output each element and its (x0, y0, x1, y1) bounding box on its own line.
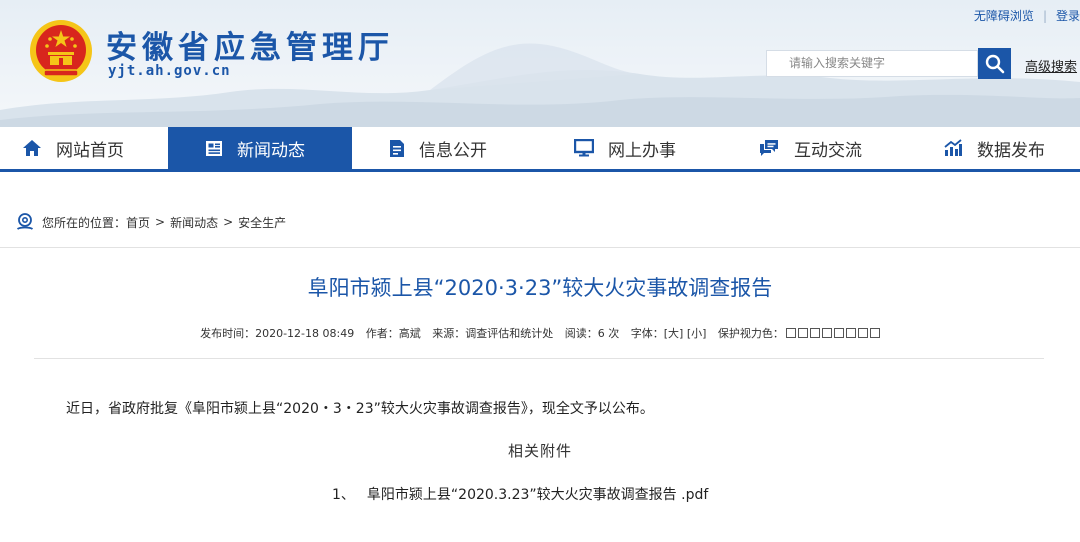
article-meta: 发布时间：2020-12-18 08:49 作者：高斌 来源：调查评估和统计处 … (0, 325, 1080, 341)
chart-icon (944, 139, 962, 156)
color-swatch[interactable] (845, 328, 856, 338)
attachment-link[interactable]: 阜阳市颍上县“2020.3.23”较大火灾事故调查报告 .pdf (367, 487, 708, 503)
site-domain: yjt.ah.gov.cn (108, 63, 231, 79)
eye-protection-label: 保护视力色： (717, 327, 784, 340)
top-links-separator: | (1042, 9, 1047, 23)
font-large-button[interactable]: [大] (664, 327, 684, 340)
nav-item-label: 新闻动态 (237, 140, 305, 161)
nav-item-home[interactable]: 网站首页 (22, 127, 124, 169)
nav-item-data-release[interactable]: 数据发布 (943, 127, 1045, 169)
breadcrumb-safety[interactable]: 安全生产 (238, 214, 286, 231)
article-body: 近日，省政府批复《阜阳市颍上县“2020・3・23”较大火灾事故调查报告》，现全… (66, 401, 654, 417)
color-swatch[interactable] (785, 328, 796, 338)
attachment-item: 1、 阜阳市颍上县“2020.3.23”较大火灾事故调查报告 .pdf (332, 484, 708, 504)
nav-item-label: 网上办事 (608, 140, 676, 161)
font-size-label: 字体： (630, 327, 664, 340)
monitor-icon (574, 139, 594, 157)
publish-time: 发布时间：2020-12-18 08:49 (200, 327, 355, 340)
breadcrumb: 您所在的位置： 首页 > 新闻动态 > 安全生产 (16, 212, 286, 232)
chat-icon (760, 140, 778, 156)
breadcrumb-news[interactable]: 新闻动态 (170, 214, 218, 231)
attachments-heading: 相关附件 (507, 442, 572, 460)
color-swatch[interactable] (797, 328, 808, 338)
nav-item-news[interactable]: 新闻动态 (168, 127, 352, 169)
top-links: 无障碍浏览 | 登录 (974, 7, 1080, 24)
search-input[interactable]: 请输入搜索关键字 (766, 50, 978, 77)
nav-item-label: 数据发布 (977, 140, 1045, 161)
accessibility-link[interactable]: 无障碍浏览 (974, 9, 1034, 23)
login-link[interactable]: 登录 (1056, 9, 1080, 23)
color-swatch[interactable] (809, 328, 820, 338)
divider (34, 358, 1044, 359)
attachment-number: 1、 (332, 487, 355, 503)
main-nav: 网站首页 新闻动态 信息公开 网上办事 互动交流 数据发布 (0, 127, 1080, 172)
color-swatch[interactable] (869, 328, 880, 338)
search-icon (985, 54, 1004, 73)
national-emblem-icon (30, 20, 92, 82)
breadcrumb-home[interactable]: 首页 (126, 214, 150, 231)
source: 来源：调查评估和统计处 (432, 327, 554, 340)
nav-item-online-services[interactable]: 网上办事 (574, 127, 676, 169)
location-pin-icon (16, 213, 34, 230)
news-icon (206, 140, 222, 156)
nav-item-info-disclosure[interactable]: 信息公开 (389, 127, 487, 169)
nav-item-label: 网站首页 (56, 140, 124, 161)
read-count: 阅读：6 次 (564, 327, 620, 340)
color-swatch[interactable] (833, 328, 844, 338)
nav-item-interaction[interactable]: 互动交流 (758, 127, 862, 169)
site-header: 安徽省应急管理厅 yjt.ah.gov.cn 无障碍浏览 | 登录 请输入搜索关键字… (0, 0, 1080, 127)
breadcrumb-separator: > (155, 215, 166, 229)
divider (0, 247, 1080, 248)
nav-item-label: 信息公开 (419, 140, 487, 161)
color-swatch[interactable] (821, 328, 832, 338)
article-title: 阜阳市颍上县“2020·3·23”较大火灾事故调查报告 (307, 276, 773, 300)
site-title: 安徽省应急管理厅 (106, 30, 394, 66)
eye-protection-swatches (785, 328, 880, 338)
nav-item-label: 互动交流 (794, 140, 862, 161)
color-swatch[interactable] (857, 328, 868, 338)
font-small-button[interactable]: [小] (687, 327, 707, 340)
breadcrumb-prefix: 您所在的位置： (42, 215, 127, 230)
search-button[interactable] (978, 48, 1011, 79)
breadcrumb-separator: > (223, 215, 234, 229)
document-icon (390, 139, 404, 157)
author: 作者：高斌 (365, 327, 421, 340)
home-icon (23, 140, 41, 156)
advanced-search-link[interactable]: 高级搜索 (1025, 56, 1077, 75)
